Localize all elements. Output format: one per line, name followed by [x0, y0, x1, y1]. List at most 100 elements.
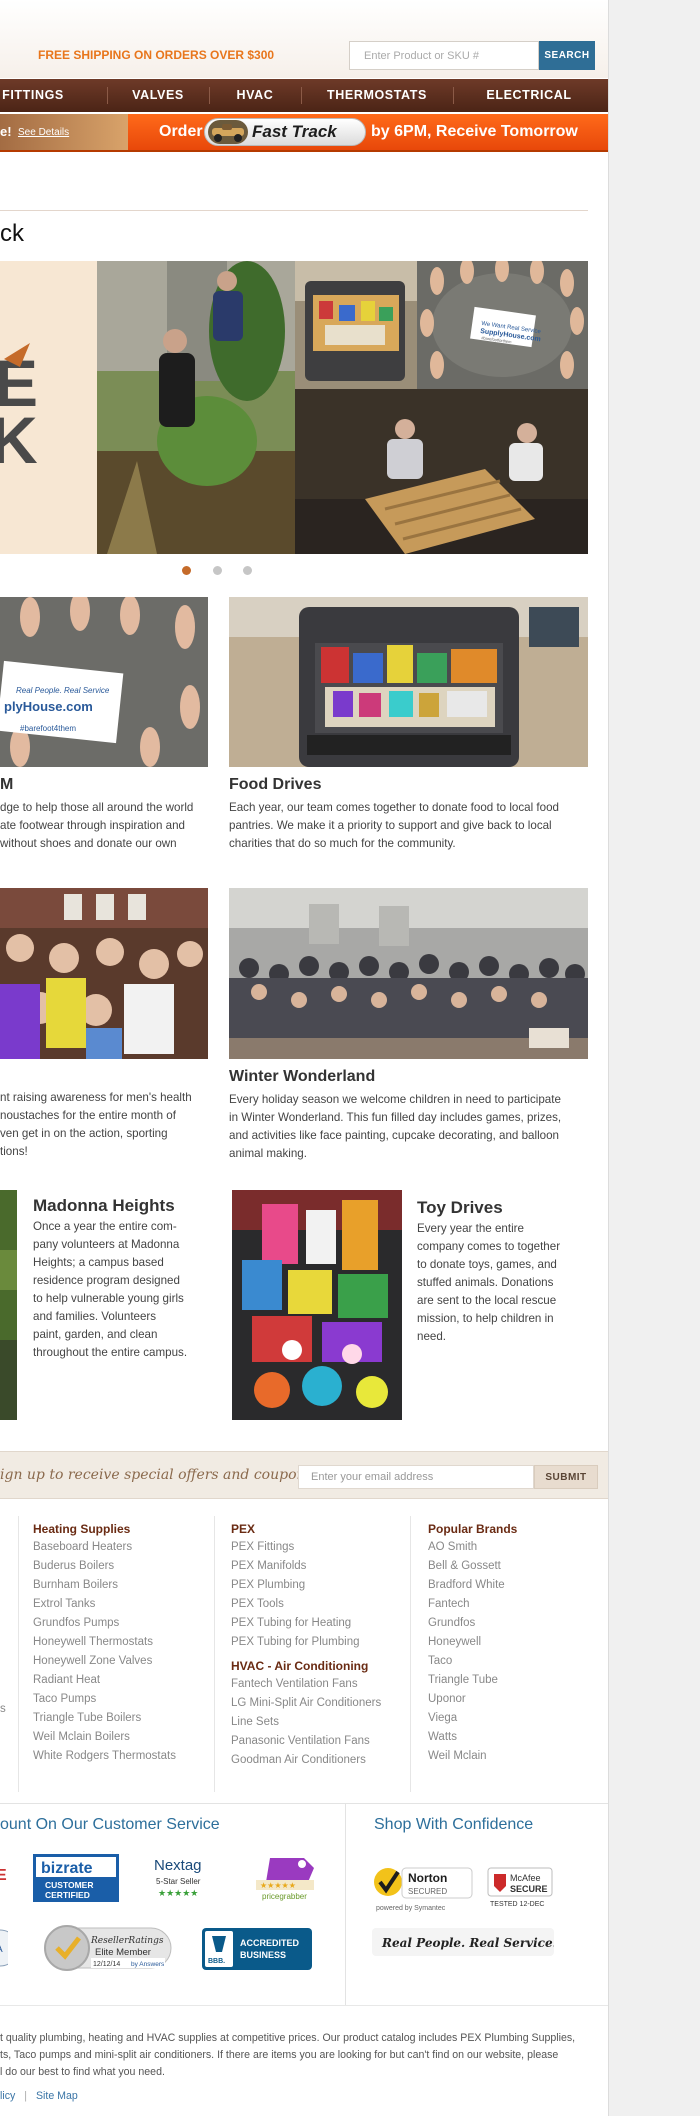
food-drive-car-photo: [295, 261, 417, 389]
footer-link[interactable]: Viega: [428, 1712, 457, 1724]
pricegrabber-stars: ★★★★★: [260, 1881, 296, 1890]
nav-item-electrical[interactable]: ELECTRICAL: [454, 79, 604, 112]
signup-prompt: ign up to receive special offers and cou…: [0, 1467, 313, 1483]
card-text-toy-5: are sent to the local rescue: [417, 1294, 557, 1307]
footer-link[interactable]: Honeywell: [428, 1636, 481, 1648]
nextag-stars: ★★★★★: [158, 1889, 198, 1899]
footer-link[interactable]: PEX Tubing for Heating: [231, 1617, 351, 1629]
see-details-link[interactable]: See Details: [18, 127, 69, 138]
footer-link[interactable]: Line Sets: [231, 1716, 279, 1728]
site-map-link[interactable]: Site Map: [36, 2090, 78, 2102]
search-input[interactable]: [349, 41, 539, 70]
card-text-toms-2: ate footwear through inspiration and: [0, 819, 185, 832]
nav-item-hvac[interactable]: HVAC: [210, 79, 300, 112]
footer-link[interactable]: Radiant Heat: [33, 1674, 100, 1686]
slide-dot-2[interactable]: [213, 566, 222, 575]
bbb-accredited-badge[interactable]: BBB. ACCREDITED BUSINESS: [202, 1928, 312, 1970]
card-text-winter-1: Every holiday season we welcome children…: [229, 1093, 561, 1106]
free-shipping-banner[interactable]: FREE SHIPPING ON ORDERS OVER $300: [38, 48, 274, 62]
card-text-movember-3: ven get in on the action, sporting: [0, 1127, 168, 1140]
card-text-movember-2: noustaches for the entire month of: [0, 1109, 176, 1122]
pricegrabber-badge[interactable]: ★★★★★ pricegrabber: [248, 1854, 322, 1902]
fast-track-promo[interactable]: e! See Details Order Fast Track by 6PM, …: [0, 114, 608, 152]
footer-link[interactable]: s: [0, 1703, 6, 1715]
card-title-food-drives: Food Drives: [229, 776, 322, 793]
footer-link[interactable]: Watts: [428, 1731, 457, 1743]
footer-link[interactable]: Grundfos Pumps: [33, 1617, 119, 1629]
nav-item-fittings[interactable]: FITTINGS: [0, 79, 66, 112]
winter-wonderland-photo: [229, 888, 588, 1059]
bizrate-text: CUSTOMER: [45, 1880, 94, 1890]
footer-link[interactable]: PEX Plumbing: [231, 1579, 305, 1591]
mcafee-text: McAfee: [510, 1873, 541, 1883]
toy-drives-photo: [232, 1190, 402, 1420]
footer-link[interactable]: PEX Manifolds: [231, 1560, 306, 1572]
footer-link[interactable]: Honeywell Zone Valves: [33, 1655, 152, 1667]
footer-description: t quality plumbing, heating and HVAC sup…: [0, 2030, 600, 2081]
promo-order-text: Order: [159, 123, 203, 140]
card-text-movember-4: tions!: [0, 1145, 28, 1158]
footer-link[interactable]: Burnham Boilers: [33, 1579, 118, 1591]
footer-link[interactable]: Triangle Tube: [428, 1674, 498, 1686]
hero-logo-panel: E K: [0, 261, 97, 554]
norton-secured-badge[interactable]: Norton SECURED powered by Symantec: [372, 1862, 474, 1914]
slide-dot-1[interactable]: [182, 566, 191, 575]
footer-link[interactable]: LG Mini-Split Air Conditioners: [231, 1697, 381, 1709]
mcafee-text: SECURE: [510, 1884, 548, 1894]
privacy-policy-link[interactable]: licy: [0, 2090, 15, 2102]
heading-popular-brands: Popular Brands: [428, 1522, 518, 1536]
food-drives-photo: [229, 597, 588, 767]
card-text-toy-7: need.: [417, 1330, 447, 1343]
nav-item-valves[interactable]: VALVES: [108, 79, 208, 112]
resellerratings-badge[interactable]: ResellerRatings Elite Member 12/12/14 by…: [43, 1922, 175, 1972]
footer-link[interactable]: Triangle Tube Boilers: [33, 1712, 141, 1724]
search-button[interactable]: SEARCH: [539, 41, 595, 70]
card-text-food-2: pantries. We make it a priority to suppo…: [229, 819, 552, 832]
footer-link[interactable]: Grundfos: [428, 1617, 475, 1629]
hero-slideshow[interactable]: E K We Want Real Service SupplyHouse.com…: [0, 261, 588, 554]
footer-link[interactable]: Fantech: [428, 1598, 470, 1610]
page-title: ck: [0, 220, 24, 247]
footer-link[interactable]: Extrol Tanks: [33, 1598, 95, 1610]
card-title-toms: M: [0, 776, 14, 793]
slide-dot-3[interactable]: [243, 566, 252, 575]
card-text-madonna-6: and families. Volunteers: [33, 1310, 157, 1323]
footer-link[interactable]: PEX Tubing for Plumbing: [231, 1636, 360, 1648]
email-field[interactable]: [298, 1465, 534, 1489]
footer-link[interactable]: Baseboard Heaters: [33, 1541, 132, 1553]
footer-link[interactable]: Buderus Boilers: [33, 1560, 114, 1572]
footer-link[interactable]: Weil Mclain: [428, 1750, 487, 1762]
bbb-text: BBB.: [208, 1958, 225, 1965]
footer-link[interactable]: White Rodgers Thermostats: [33, 1750, 176, 1762]
footer-link[interactable]: Weil Mclain Boilers: [33, 1731, 130, 1743]
footer-link[interactable]: Taco: [428, 1655, 452, 1667]
race-car-icon: [208, 120, 248, 144]
nav-item-thermostats[interactable]: THERMOSTATS: [302, 79, 452, 112]
card-text-madonna-8: throughout the entire campus.: [33, 1346, 188, 1359]
footer-link[interactable]: Bell & Gossett: [428, 1560, 501, 1572]
footer-link[interactable]: PEX Tools: [231, 1598, 284, 1610]
trust-divider: [345, 1804, 346, 2005]
footer-link[interactable]: AO Smith: [428, 1541, 477, 1553]
footer-link[interactable]: Uponor: [428, 1693, 466, 1705]
footer-link[interactable]: Honeywell Thermostats: [33, 1636, 153, 1648]
badge-stub: A: [0, 1928, 8, 1968]
footer-link[interactable]: Taco Pumps: [33, 1693, 96, 1705]
footer-link[interactable]: Bradford White: [428, 1579, 505, 1591]
submit-button[interactable]: SUBMIT: [534, 1465, 598, 1489]
card-text-food-1: Each year, our team comes together to do…: [229, 801, 559, 814]
heading-pex: PEX: [231, 1522, 256, 1536]
bizrate-badge[interactable]: bizrate CUSTOMER CERTIFIED: [33, 1854, 119, 1902]
footer-link[interactable]: Goodman Air Conditioners: [231, 1754, 366, 1766]
wood-building-photo: [295, 389, 588, 554]
mcafee-secure-badge[interactable]: McAfee SECURE TESTED 12-DEC: [486, 1866, 554, 1910]
card-text-toms-3: without shoes and donate our own: [0, 837, 177, 850]
footer-link[interactable]: Panasonic Ventilation Fans: [231, 1735, 370, 1747]
divider: [0, 210, 588, 211]
shop-with-confidence-heading: Shop With Confidence: [374, 1816, 534, 1833]
footer-link[interactable]: PEX Fittings: [231, 1541, 294, 1553]
nextag-badge[interactable]: Nextag 5-Star Seller ★★★★★: [146, 1854, 226, 1902]
bizrate-text: bizrate: [41, 1860, 93, 1877]
footer-link[interactable]: Fantech Ventilation Fans: [231, 1678, 358, 1690]
link-separator: |: [24, 2090, 28, 2102]
